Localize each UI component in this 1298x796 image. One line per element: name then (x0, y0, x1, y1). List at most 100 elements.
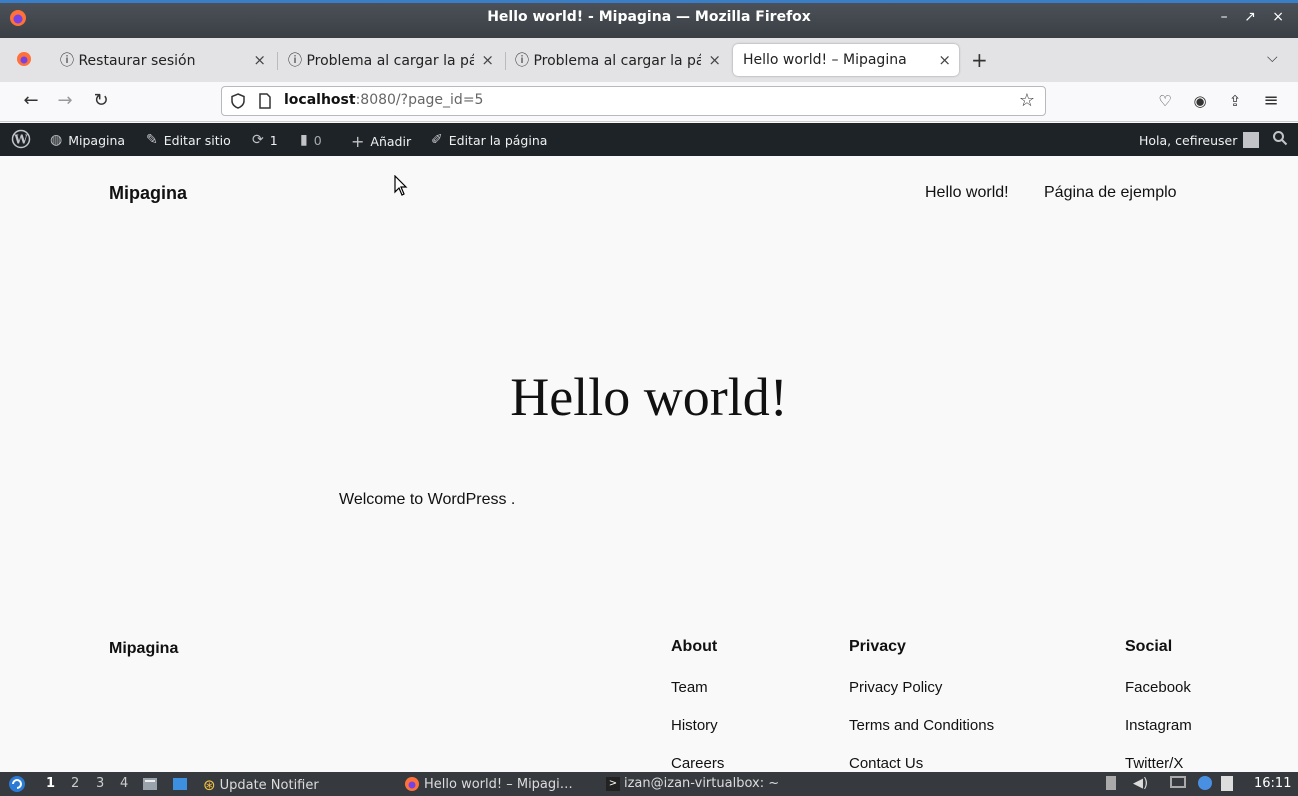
footer-link-twitter[interactable]: Twitter/X (1125, 755, 1183, 772)
firefox-view-icon[interactable] (16, 51, 32, 71)
desktop-taskbar: 1 2 3 4 ⊛ Update Notifier Hello world! –… (0, 772, 1298, 796)
tab-separator (277, 52, 278, 70)
comment-icon: ▮ (300, 132, 308, 148)
task-label: Update Notifier (219, 777, 319, 793)
pocket-icon[interactable]: ♡ (1152, 88, 1178, 114)
tab-hello-world-active[interactable]: Hello world! – Mipagina × (733, 44, 959, 76)
tab-list-chevron-icon[interactable]: ⌵ (1267, 50, 1278, 66)
tab-label: Hello world! – Mipagina (743, 52, 907, 68)
tab-problema-2[interactable]: ⓘ Problema al cargar la pá × (507, 44, 729, 76)
reload-button[interactable]: ↻ (88, 88, 114, 114)
clipboard-icon[interactable] (1221, 776, 1233, 791)
footer-link-team[interactable]: Team (671, 679, 708, 696)
new-tab-button[interactable]: + (971, 48, 988, 72)
admin-account-menu[interactable]: Hola, cefireuser (1139, 132, 1260, 148)
footer-link-privacy-policy[interactable]: Privacy Policy (849, 679, 942, 696)
admin-greeting: Hola, cefireuser (1139, 132, 1238, 148)
notification-icon[interactable] (1198, 776, 1212, 790)
post-title: Hello world! (510, 367, 788, 427)
bookmark-star-icon[interactable]: ☆ (1019, 90, 1035, 111)
file-manager-icon[interactable] (142, 776, 158, 792)
tab-label: ⓘ Problema al cargar la pá (288, 53, 474, 69)
url-text[interactable]: localhost:8080/?page_id=5 (284, 92, 483, 108)
task-label: izan@izan-virtualbox: ~ (624, 776, 780, 791)
back-button[interactable]: ← (18, 88, 44, 114)
url-host: localhost (284, 92, 356, 108)
task-firefox[interactable]: Hello world! – Mipagi… (404, 776, 573, 792)
display-icon[interactable] (1170, 776, 1186, 788)
tab-bar: ⓘ Restaurar sesión × ⓘ Problema al carga… (0, 38, 1298, 82)
workspace-4[interactable]: 4 (120, 776, 128, 791)
terminal-icon: > (606, 776, 620, 791)
admin-site-name[interactable]: ◍ Mipagina (50, 132, 125, 148)
window-titlebar: Hello world! - Mipagina — Mozilla Firefo… (0, 0, 1298, 38)
footer-heading-privacy: Privacy (849, 638, 906, 655)
footer-site-title[interactable]: Mipagina (109, 640, 178, 658)
nav-link-pagina-ejemplo[interactable]: Página de ejemplo (1044, 184, 1177, 202)
tab-close-icon[interactable]: × (481, 51, 494, 69)
footer-heading-about: About (671, 638, 718, 655)
admin-edit-site-label: Editar sitio (163, 132, 231, 148)
admin-updates-count: 1 (269, 132, 278, 148)
admin-updates[interactable]: ⟳ 1 (252, 132, 278, 148)
wp-admin-bar: W ◍ Mipagina ✎ Editar sitio ⟳ 1 ▮ 0 + Añ… (0, 123, 1298, 156)
window-title: Hello world! - Mipagina — Mozilla Firefo… (487, 9, 811, 25)
admin-add-new[interactable]: + Añadir (351, 132, 411, 151)
post-body: Welcome to WordPress . (339, 491, 516, 508)
footer-link-facebook[interactable]: Facebook (1125, 679, 1191, 696)
workspace-2[interactable]: 2 (71, 776, 79, 791)
tab-problema-1[interactable]: ⓘ Problema al cargar la pá × (280, 44, 502, 76)
menu-icon[interactable]: ≡ (1258, 88, 1284, 114)
tab-restaurar-sesion[interactable]: ⓘ Restaurar sesión × (52, 44, 274, 76)
admin-search-icon[interactable] (1272, 130, 1288, 146)
wordpress-logo-icon[interactable]: W (11, 129, 31, 149)
account-icon[interactable]: ◉ (1187, 88, 1213, 114)
footer-link-instagram[interactable]: Instagram (1125, 717, 1192, 734)
plus-icon: + (351, 132, 365, 151)
firefox-icon (405, 777, 419, 791)
dashboard-icon: ◍ (50, 132, 63, 148)
footer-heading-social: Social (1125, 638, 1173, 655)
footer-link-careers[interactable]: Careers (671, 755, 724, 772)
url-path: :8080/?page_id=5 (355, 92, 484, 108)
admin-edit-site[interactable]: ✎ Editar sitio (146, 132, 231, 148)
start-menu-icon[interactable] (8, 775, 26, 793)
footer-link-terms[interactable]: Terms and Conditions (849, 717, 994, 734)
avatar (1243, 132, 1260, 148)
url-bar[interactable]: localhost:8080/?page_id=5 ☆ (221, 86, 1046, 116)
tab-close-icon[interactable]: × (253, 51, 266, 69)
volume-icon[interactable]: ◀) (1133, 776, 1148, 791)
updates-icon: ⟳ (252, 132, 264, 148)
admin-edit-page[interactable]: ✐ Editar la página (431, 132, 547, 148)
footer-link-history[interactable]: History (671, 717, 718, 734)
workspace-1[interactable]: 1 (46, 776, 55, 791)
tab-label: ⓘ Restaurar sesión (60, 53, 196, 69)
desktop-icon[interactable] (172, 776, 188, 792)
pencil-icon: ✐ (431, 132, 443, 148)
tab-close-icon[interactable]: × (938, 51, 951, 69)
extensions-icon[interactable]: ⇪ (1222, 88, 1248, 114)
admin-comments[interactable]: ▮ 0 (300, 132, 322, 148)
svg-text:W: W (13, 133, 28, 147)
tracking-shield-icon[interactable] (230, 93, 246, 113)
page-info-icon[interactable] (258, 93, 272, 113)
navigation-bar: ← → ↻ localhost:8080/?page_id=5 ☆ ♡ ◉ ⇪ … (0, 82, 1298, 122)
admin-comments-count: 0 (313, 132, 322, 148)
task-label: Hello world! – Mipagi… (424, 776, 573, 792)
workspace-3[interactable]: 3 (96, 776, 104, 791)
tab-label: ⓘ Problema al cargar la pá (515, 53, 701, 69)
footer-link-contact[interactable]: Contact Us (849, 755, 923, 772)
tab-close-icon[interactable]: × (708, 51, 721, 69)
nav-link-hello-world[interactable]: Hello world! (925, 184, 1009, 202)
task-update-notifier[interactable]: ⊛ Update Notifier (203, 776, 319, 794)
forward-button[interactable]: → (52, 88, 78, 114)
window-controls[interactable]: – ↗ × (1221, 9, 1290, 25)
task-terminal[interactable]: > izan@izan-virtualbox: ~ (606, 776, 779, 791)
admin-site-label: Mipagina (68, 132, 126, 148)
site-title[interactable]: Mipagina (109, 183, 187, 204)
network-icon[interactable] (1106, 776, 1116, 790)
clock[interactable]: 16:11 (1254, 776, 1291, 791)
brush-icon: ✎ (146, 132, 158, 148)
tab-separator (505, 52, 506, 70)
mouse-cursor-icon (394, 174, 408, 201)
